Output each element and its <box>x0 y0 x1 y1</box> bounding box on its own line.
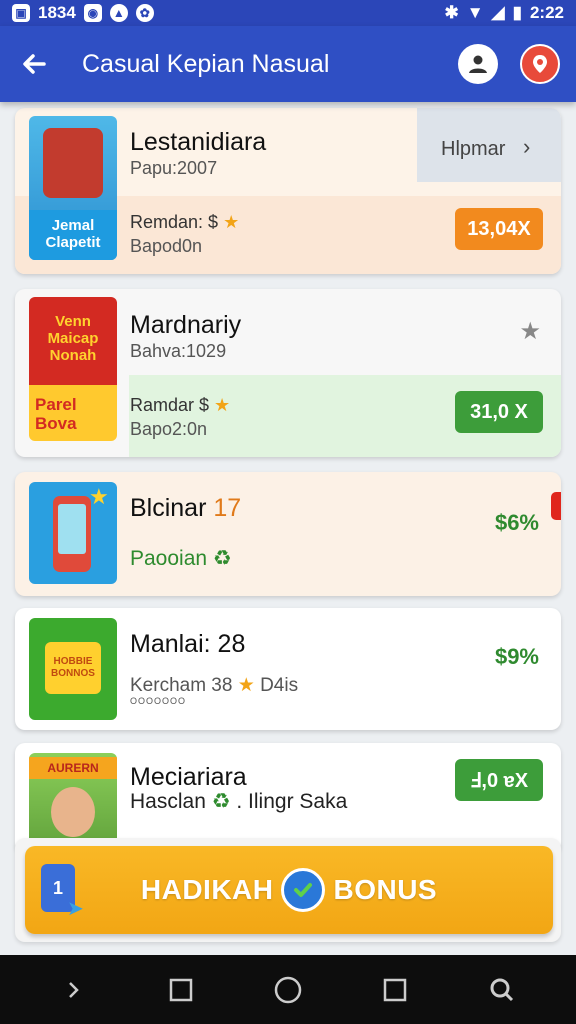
location-button[interactable] <box>520 44 560 84</box>
notification-badge <box>551 492 561 520</box>
help-tab-label: Hlpmar <box>441 138 506 160</box>
game-thumbnail: ★ <box>29 482 117 584</box>
card-meta-1-text: Ramdar $ <box>130 395 210 415</box>
help-tab[interactable]: Hlpmar › <box>417 108 561 182</box>
map-pin-icon <box>533 55 547 73</box>
card-title: Meciariara <box>130 763 247 791</box>
bonus-label-left: HADIKAH <box>140 874 274 905</box>
card-subtitle: Bahva:1029 <box>130 341 227 361</box>
game-card[interactable]: HOBBIE BONNOS Manlai: 28 Kercham 38 ★ D4… <box>15 608 561 730</box>
app-bar: Casual Kepian Nasual <box>0 26 576 102</box>
star-icon: ★ <box>214 395 231 415</box>
thumbnail-bottom-label: Parel Bova <box>29 385 117 441</box>
favorite-star-icon[interactable]: ★ <box>519 317 541 346</box>
card-meta-1-text: Kercham 38 <box>130 675 233 696</box>
card-meta-1-text: Remdan: $ <box>130 212 219 232</box>
discount-percent: $6% <box>494 510 539 535</box>
game-thumbnail: HOBBIE BONNOS <box>29 618 117 720</box>
bluetooth-icon: ✱ <box>444 3 459 22</box>
checkmark-icon <box>281 868 326 912</box>
card-title: Lestanidiara <box>130 128 267 156</box>
thumbnail-label: HOBBIE BONNOS <box>45 642 101 694</box>
game-card[interactable]: AURERN Meciariara Hasclan ♻ . Ilingr Sak… <box>15 743 561 853</box>
card-title-text: Blcinar <box>130 494 207 522</box>
card-title: Manlai: 28 <box>130 630 246 658</box>
system-nav-bar <box>0 955 576 1024</box>
check-glyph <box>294 883 313 897</box>
phone-illustration <box>53 496 91 572</box>
bonus-label-right: BONUS <box>333 874 438 905</box>
phone-screen <box>58 504 86 554</box>
nav-back-button[interactable] <box>49 965 99 1015</box>
arrow-left-icon <box>23 54 46 74</box>
card-subtitle: Papu:2007 <box>130 158 218 178</box>
game-card[interactable]: ★ Blcinar 17 Paooian ♻ $6% <box>15 472 561 596</box>
card-title: Mardnariy <box>130 311 242 339</box>
chevron-right-icon: › <box>523 134 531 159</box>
game-thumbnail: Jemal Clapetit <box>29 116 117 260</box>
tablet-illustration <box>43 128 103 198</box>
price-button[interactable]: Ⅎ,0 ɐX <box>455 759 543 801</box>
circle-icon <box>274 976 302 1003</box>
game-card[interactable]: Venn Maicap Nonah Parel Bova Mardnariy B… <box>15 289 561 457</box>
cursor-icon: ➤ <box>67 898 84 920</box>
status-right-time: 2:22 <box>529 3 564 22</box>
bonus-panel: 1 ➤ HADIKAH BONUS <box>15 838 561 942</box>
card-subtitle-text: Paooian <box>130 547 208 570</box>
thumbnail-top-label: Venn Maicap Nonah <box>29 297 117 385</box>
search-icon <box>490 978 514 1001</box>
settings-notification-icon: ✿ <box>135 4 154 22</box>
user-icon <box>469 55 487 73</box>
back-button[interactable] <box>16 46 52 82</box>
card-meta-1: Kercham 38 ★ D4is <box>130 674 298 697</box>
thumbnail-label: AURERN <box>29 757 117 779</box>
card-meta-2: Bapo2:0n <box>130 419 208 439</box>
profile-button[interactable] <box>458 44 498 84</box>
card-meta-2: Bapod0n <box>130 236 203 256</box>
square-icon <box>383 978 407 1001</box>
game-thumbnail: Venn Maicap Nonah Parel Bova <box>29 297 117 441</box>
chevron-right-icon <box>68 981 79 998</box>
wifi-icon: ▼ <box>466 3 484 22</box>
card-meta-1: Ramdar $ ★ <box>130 395 230 416</box>
nav-recents-button[interactable] <box>156 965 206 1015</box>
star-icon: ★ <box>237 675 255 696</box>
card-meta-1: Remdan: $ ★ <box>130 212 239 233</box>
nav-home-button[interactable] <box>263 965 313 1015</box>
bonus-button[interactable]: 1 ➤ HADIKAH BONUS <box>25 846 553 934</box>
price-button[interactable]: 13,04X <box>455 208 543 250</box>
tablet-badge-number: 1 <box>52 877 63 898</box>
thumbnail-label: Jemal Clapetit <box>29 210 117 260</box>
recycle-icon: ♻ <box>211 790 231 813</box>
camera-icon: ◉ <box>83 4 102 22</box>
price-button[interactable]: 31,0 X <box>455 391 543 433</box>
person-illustration <box>51 787 95 837</box>
card-subtitle-text: Hasclan <box>130 790 206 813</box>
battery-icon: ▮ <box>512 3 522 22</box>
card-title-number: 17 <box>213 494 242 522</box>
nav-search-button[interactable] <box>477 965 527 1015</box>
card-subtitle: Paooian ♻ <box>130 546 232 571</box>
star-icon: ★ <box>89 484 109 509</box>
discount-percent: $9% <box>494 644 539 669</box>
recycle-icon: ♻ <box>212 547 232 570</box>
card-meta-extra: D4is <box>260 675 299 696</box>
signal-icon: ◢ <box>491 3 505 22</box>
card-subtitle: Hasclan ♻ . Ilingr Saka <box>130 789 347 814</box>
square-icon <box>169 978 193 1001</box>
status-time: 1834 <box>38 3 76 22</box>
app-notification-icon: ▲ <box>109 4 128 22</box>
card-tiny-text: OOOOOOO <box>130 696 187 706</box>
status-bar: ▣ 1834 ◉ ▲ ✿ ✱ ▼ ◢ ▮ 2:22 <box>0 0 576 26</box>
nav-overview-button[interactable] <box>370 965 420 1015</box>
page-title: Casual Kepian Nasual <box>82 49 330 78</box>
star-icon: ★ <box>223 212 240 232</box>
card-title: Blcinar 17 <box>130 494 241 523</box>
card-subtitle-tail: . Ilingr Saka <box>236 790 348 813</box>
sim-icon: ▣ <box>12 4 30 22</box>
game-card[interactable]: Hlpmar › Jemal Clapetit Lestanidiara Pap… <box>15 108 561 274</box>
